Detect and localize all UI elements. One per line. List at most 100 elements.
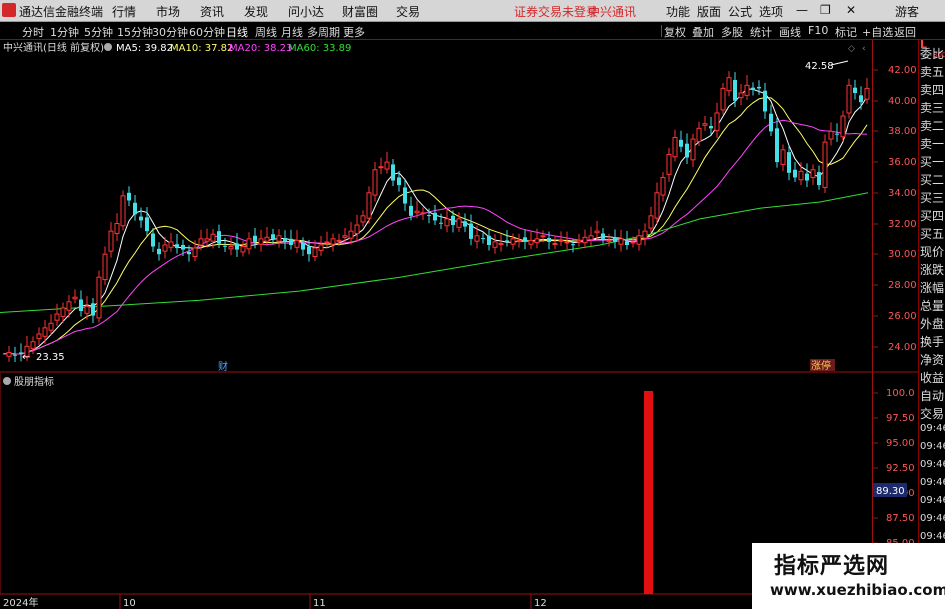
candle-body[interactable] bbox=[666, 153, 672, 175]
candle-body[interactable] bbox=[414, 210, 420, 214]
candle-body[interactable] bbox=[360, 215, 366, 223]
candle-body[interactable] bbox=[751, 87, 755, 90]
guest-label[interactable]: 游客 bbox=[895, 3, 919, 20]
candle-body[interactable] bbox=[397, 177, 401, 186]
menu-item-shichang[interactable]: 市场 bbox=[156, 3, 180, 20]
candle-body[interactable] bbox=[654, 192, 660, 219]
candle-body[interactable] bbox=[780, 149, 786, 165]
candle-body[interactable] bbox=[145, 217, 149, 232]
period-multi[interactable]: 多周期 bbox=[307, 24, 340, 40]
indicator-toggle-icon[interactable] bbox=[3, 377, 11, 385]
candle-body[interactable] bbox=[228, 246, 234, 250]
candle-body[interactable] bbox=[312, 247, 318, 258]
candle-body[interactable] bbox=[763, 90, 767, 112]
candle-body[interactable] bbox=[283, 238, 287, 242]
candle-body[interactable] bbox=[198, 238, 204, 246]
kline-chart[interactable]: 中兴通讯(日线 前复权) MA5: 39.82 MA10: 37.82 MA20… bbox=[0, 40, 918, 609]
candle-body[interactable] bbox=[835, 133, 839, 135]
candle-body[interactable] bbox=[384, 161, 390, 170]
candle-body[interactable] bbox=[822, 141, 828, 188]
candle-body[interactable] bbox=[456, 218, 462, 228]
candle-body[interactable] bbox=[864, 87, 870, 100]
candle-body[interactable] bbox=[217, 231, 221, 244]
period-1min[interactable]: 1分钟 bbox=[50, 24, 79, 40]
legend-toggle-icon[interactable] bbox=[104, 43, 112, 51]
event-marker-cai[interactable]: 财 bbox=[218, 360, 228, 373]
candle-body[interactable] bbox=[625, 241, 629, 245]
menu-item-caifuquan[interactable]: 财富圈 bbox=[342, 3, 378, 20]
candle-body[interactable] bbox=[60, 307, 66, 317]
candle-body[interactable] bbox=[403, 187, 407, 204]
candle-body[interactable] bbox=[307, 246, 311, 255]
candle-body[interactable] bbox=[348, 230, 354, 239]
candle-body[interactable] bbox=[474, 235, 480, 242]
candle-body[interactable] bbox=[738, 92, 744, 99]
candle-body[interactable] bbox=[102, 253, 108, 281]
candle-body[interactable] bbox=[463, 221, 467, 227]
candle-body[interactable] bbox=[709, 126, 713, 129]
candle-body[interactable] bbox=[127, 192, 131, 201]
candle-body[interactable] bbox=[54, 313, 60, 321]
candle-body[interactable] bbox=[798, 170, 804, 181]
candle-body[interactable] bbox=[276, 235, 282, 242]
candle-body[interactable] bbox=[157, 248, 161, 255]
menu-item-wenxiaoda[interactable]: 问小达 bbox=[288, 3, 324, 20]
period-60min[interactable]: 60分钟 bbox=[189, 24, 225, 40]
candle-body[interactable] bbox=[594, 230, 600, 234]
candle-body[interactable] bbox=[817, 172, 821, 186]
candle-body[interactable] bbox=[439, 222, 443, 224]
candle-body[interactable] bbox=[318, 244, 324, 251]
candle-body[interactable] bbox=[372, 169, 378, 196]
candle-body[interactable] bbox=[642, 230, 648, 239]
diamond-icon[interactable]: ◇ bbox=[848, 44, 855, 54]
candle-body[interactable] bbox=[451, 215, 455, 226]
candle-body[interactable] bbox=[324, 241, 330, 244]
menu-item-hangqing[interactable]: 行情 bbox=[112, 3, 136, 20]
minimize-icon[interactable]: — bbox=[796, 3, 808, 17]
candle-body[interactable] bbox=[289, 238, 293, 245]
candle-body[interactable] bbox=[235, 243, 239, 250]
candle-body[interactable] bbox=[48, 322, 54, 331]
candle-body[interactable] bbox=[391, 164, 395, 181]
candle-body[interactable] bbox=[769, 113, 773, 132]
candle-body[interactable] bbox=[481, 238, 485, 240]
candle-body[interactable] bbox=[840, 115, 846, 138]
candle-body[interactable] bbox=[342, 235, 348, 238]
candle-body[interactable] bbox=[805, 173, 809, 181]
candle-body[interactable] bbox=[726, 77, 732, 92]
candle-body[interactable] bbox=[258, 238, 264, 245]
candle-body[interactable] bbox=[487, 235, 491, 245]
candle-body[interactable] bbox=[702, 123, 708, 126]
candle-body[interactable] bbox=[685, 143, 689, 158]
candle-body[interactable] bbox=[630, 241, 636, 244]
candle-body[interactable] bbox=[181, 244, 185, 250]
candle-body[interactable] bbox=[240, 246, 246, 253]
candle-body[interactable] bbox=[601, 233, 605, 239]
candle-body[interactable] bbox=[853, 87, 857, 94]
candle-body[interactable] bbox=[36, 333, 42, 340]
candle-body[interactable] bbox=[744, 84, 750, 96]
candle-body[interactable] bbox=[151, 233, 155, 247]
menu-item-zixun[interactable]: 资讯 bbox=[200, 3, 224, 20]
candle-body[interactable] bbox=[253, 235, 257, 242]
quote-row-label[interactable]: 自动 bbox=[920, 387, 944, 404]
candle-body[interactable] bbox=[223, 245, 227, 247]
candle-body[interactable] bbox=[444, 218, 450, 227]
candle-body[interactable] bbox=[175, 244, 179, 249]
menu-item-gongshi[interactable]: 公式 bbox=[728, 3, 752, 20]
candle-body[interactable] bbox=[613, 237, 617, 242]
candle-body[interactable] bbox=[72, 296, 78, 300]
menu-item-gongneng[interactable]: 功能 bbox=[666, 3, 690, 20]
restore-icon[interactable]: ❐ bbox=[820, 3, 831, 17]
action-fuquan[interactable]: 复权 bbox=[664, 24, 686, 40]
candlesticks[interactable] bbox=[6, 71, 870, 362]
quote-row-label[interactable]: 交易 bbox=[920, 405, 944, 422]
candle-body[interactable] bbox=[505, 240, 509, 242]
candle-body[interactable] bbox=[301, 242, 305, 250]
candle-body[interactable] bbox=[558, 239, 564, 242]
candle-body[interactable] bbox=[810, 169, 816, 178]
candle-body[interactable] bbox=[192, 247, 198, 258]
candle-body[interactable] bbox=[672, 137, 678, 158]
candle-body[interactable] bbox=[547, 238, 551, 242]
period-15min[interactable]: 15分钟 bbox=[117, 24, 153, 40]
